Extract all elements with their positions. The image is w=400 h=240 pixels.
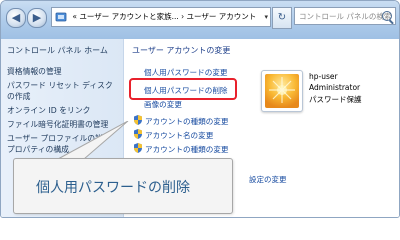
user-name: hp-user — [309, 72, 338, 81]
forward-button[interactable]: ▶ — [27, 8, 47, 28]
change-settings-link[interactable]: 設定の変更 — [249, 174, 287, 185]
refresh-icon: ↻ — [277, 12, 287, 23]
user-role: Administrator — [309, 83, 361, 92]
forward-arrow-icon: ▶ — [32, 11, 42, 24]
address-bar[interactable]: « ユーザー アカウントと家族... › ユーザー アカウント ▾ — [51, 7, 271, 27]
callout-pointer — [57, 121, 129, 160]
callout-box: 個人用パスワードの削除 — [13, 158, 233, 214]
search-icon[interactable] — [382, 11, 392, 21]
sidebar-item-link-online-id[interactable]: オンライン ID をリンク — [7, 105, 119, 116]
avatar — [261, 70, 303, 112]
change-account-name-label: アカウント名の変更 — [145, 131, 214, 140]
change-password-link[interactable]: 個人用パスワードの変更 — [144, 67, 228, 78]
breadcrumb-user-accounts-family[interactable]: ユーザー アカウントと家族... — [79, 12, 178, 21]
change-account-type-link-2[interactable]: アカウントの種類の変更 — [134, 143, 229, 155]
back-arrow-icon: ◀ — [11, 11, 21, 24]
change-account-type-label-2: アカウントの種類の変更 — [145, 145, 229, 154]
page-title: ユーザー アカウントの変更 — [132, 46, 231, 55]
back-button[interactable]: ◀ — [6, 8, 26, 28]
breadcrumb-prefix[interactable]: « — [72, 12, 77, 21]
change-account-name-link[interactable]: アカウント名の変更 — [134, 129, 213, 141]
chevron-down-icon[interactable]: ▾ — [264, 8, 268, 26]
sidebar-item-password-reset-disk[interactable]: パスワード リセット ディスク — [7, 80, 119, 91]
change-account-type-link-1[interactable]: アカウントの種類の変更 — [134, 115, 229, 127]
flower-picture-icon — [265, 74, 299, 108]
search-input[interactable]: コントロール パネルの検索 — [294, 7, 396, 25]
change-picture-link[interactable]: 画像の変更 — [144, 99, 182, 110]
breadcrumb-separator[interactable]: › — [181, 12, 184, 21]
highlight-frame — [129, 78, 237, 100]
change-account-type-label-1: アカウントの種類の変更 — [145, 117, 229, 126]
password-status: パスワード保護 — [309, 95, 362, 104]
search-placeholder: コントロール パネルの検索 — [299, 12, 392, 21]
navigation-bar: ◀ ▶ « ユーザー アカウントと家族... › ユーザー アカウント ▾ ↻ … — [1, 1, 399, 39]
sidebar-item-manage-credentials[interactable]: 資格情報の管理 — [7, 66, 119, 77]
control-panel-window: ◀ ▶ « ユーザー アカウントと家族... › ユーザー アカウント ▾ ↻ … — [0, 0, 400, 218]
sidebar-item-password-reset-disk-cont[interactable]: の作成 — [7, 91, 119, 102]
breadcrumb-user-accounts[interactable]: ユーザー アカウント — [187, 12, 257, 21]
sidebar-home-link[interactable]: コントロール パネル ホーム — [7, 45, 108, 56]
control-panel-icon — [55, 12, 67, 22]
refresh-button[interactable]: ↻ — [272, 7, 292, 29]
user-account-card: hp-user Administrator パスワード保護 — [261, 64, 381, 124]
callout-text: 個人用パスワードの削除 — [36, 180, 190, 196]
